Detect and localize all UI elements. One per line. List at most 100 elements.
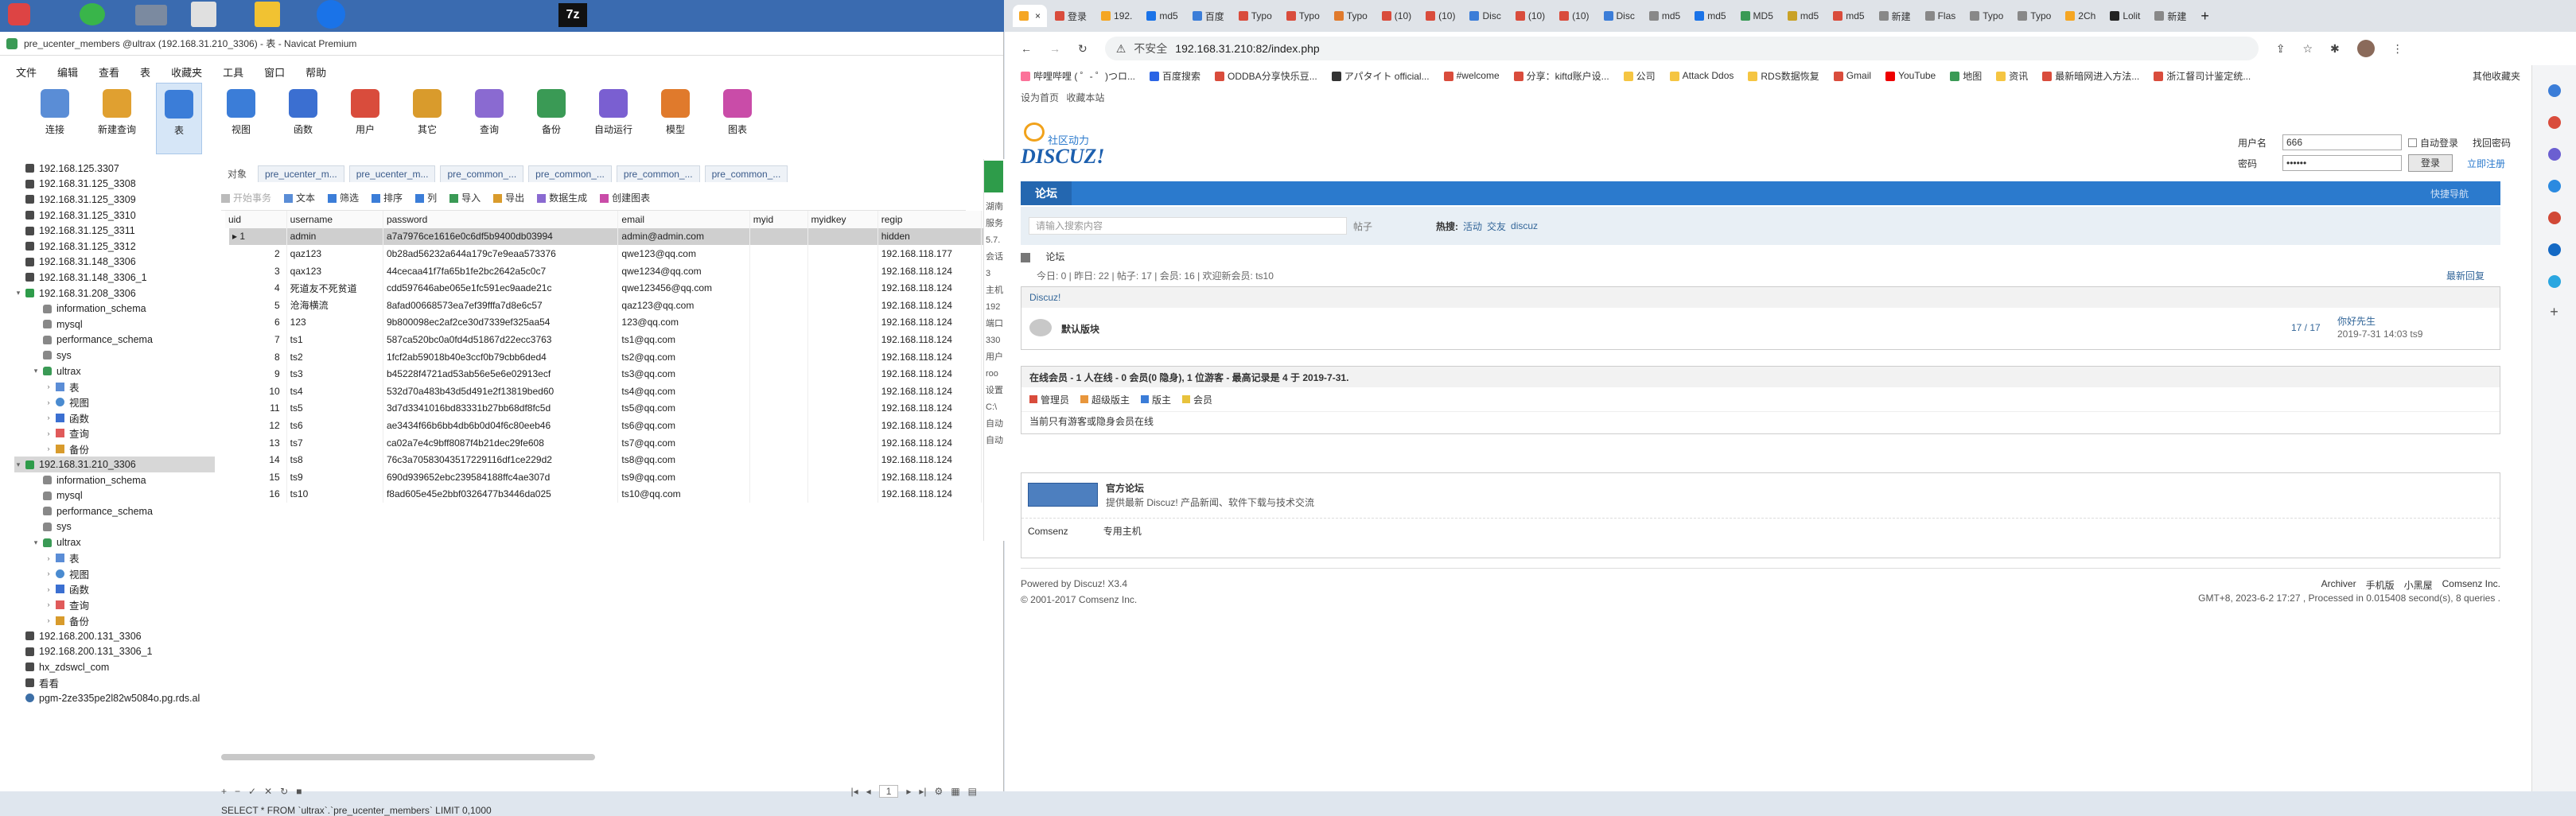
browser-tab[interactable]: Typo <box>2011 5 2057 27</box>
column-header[interactable]: myid <box>749 211 808 228</box>
browser-tab[interactable]: 新建 <box>2148 5 2193 27</box>
first-page-icon[interactable]: |◂ <box>851 786 858 797</box>
table-cell[interactable] <box>749 331 808 348</box>
table-toolbar-item[interactable]: 数据生成 <box>537 191 587 204</box>
tree-item[interactable]: performance_schema <box>14 332 215 348</box>
tree-item[interactable]: › 备份 <box>14 441 215 457</box>
table-cell[interactable]: 192.168.118.124 <box>877 313 982 332</box>
table-cell[interactable]: 8afad00668573ea7ef39fffa7d8e6c57 <box>383 296 619 314</box>
toolbar-button[interactable]: 新建查询 <box>94 83 140 136</box>
home-icon[interactable] <box>1021 252 1030 262</box>
tree-item[interactable]: 192.168.31.148_3306 <box>14 255 215 270</box>
next-page-icon[interactable]: ▸ <box>906 786 911 797</box>
expand-icon[interactable]: ▾ <box>14 460 22 469</box>
table-cell[interactable]: 192.168.118.124 <box>877 382 982 400</box>
table-row[interactable]: 2 qaz123 0b28ad56232a644a179c7e9eaa573376 q… <box>220 245 1018 262</box>
toolbar-button[interactable]: 其它 <box>404 83 450 136</box>
table-cell[interactable]: ts3 <box>286 365 383 383</box>
table-cell[interactable] <box>749 399 808 418</box>
table-cell[interactable]: ts9@qq.com <box>617 468 750 486</box>
table-row[interactable]: 15 ts9 690d939652ebc239584188ffc4ae307d ts9… <box>220 468 1018 486</box>
table-cell[interactable] <box>749 365 808 383</box>
link-comsenz[interactable]: Comsenz <box>1028 526 1068 537</box>
register-link[interactable]: 立即注册 <box>2467 157 2505 170</box>
table-cell[interactable]: 3d7d3341016bd83331b27bb68df8fc5d <box>383 399 619 418</box>
table-cell[interactable]: qwe1234@qq.com <box>617 262 750 280</box>
footer-link[interactable]: Comsenz Inc. <box>2442 578 2500 592</box>
table-cell[interactable]: qaz123 <box>286 245 383 262</box>
back-icon[interactable]: ← <box>1021 42 1032 55</box>
column-header[interactable]: myidkey <box>807 211 878 228</box>
table-cell[interactable]: ts4 <box>286 382 383 400</box>
tree-item[interactable]: mysql <box>14 488 215 503</box>
sidebar-outlook-icon[interactable] <box>2547 243 2561 256</box>
toolbar-button[interactable]: 用户 <box>342 83 388 136</box>
table-cell[interactable]: 沧海横流 <box>286 296 383 314</box>
table-cell[interactable]: 7 <box>220 331 287 348</box>
table-cell[interactable] <box>807 262 878 280</box>
bookmark-item[interactable]: 百度搜索 <box>1150 69 1200 83</box>
table-cell[interactable] <box>807 348 878 366</box>
tree-item[interactable]: sys <box>14 519 215 535</box>
table-cell[interactable]: ts7@qq.com <box>617 433 750 452</box>
table-cell[interactable]: f8ad605e45e2bbf0326477b3446da025 <box>383 485 619 503</box>
refresh-icon[interactable]: ↻ <box>280 786 288 797</box>
footer-link[interactable]: 小黑屋 <box>2404 578 2433 592</box>
table-cell[interactable]: 11 <box>220 399 287 418</box>
bookmark-item[interactable]: アパタイト official... <box>1331 69 1430 83</box>
table-cell[interactable]: ts2 <box>286 348 383 366</box>
tree-item[interactable]: 192.168.31.125_3311 <box>14 223 215 239</box>
table-row[interactable]: 16 ts10 f8ad605e45e2bbf0326477b3446da025 ts… <box>220 485 1018 503</box>
table-cell[interactable]: 532d70a483b43d5d491e2f13819bed60 <box>383 382 619 400</box>
table-cell[interactable]: 5 <box>220 296 287 314</box>
table-cell[interactable]: 123 <box>286 313 383 332</box>
object-tab[interactable]: pre_ucenter_m... <box>348 165 436 182</box>
bookmark-item[interactable]: #welcome <box>1443 70 1500 81</box>
table-cell[interactable] <box>749 451 808 468</box>
expand-icon[interactable]: › <box>45 569 53 577</box>
tree-item[interactable]: 192.168.125.3307 <box>14 161 215 177</box>
table-cell[interactable] <box>807 433 878 452</box>
new-tab-icon[interactable]: + <box>2194 8 2216 25</box>
grid-view-icon[interactable]: ▦ <box>951 786 959 797</box>
discuz-badge-icon[interactable] <box>1028 483 1098 507</box>
hot-word[interactable]: discuz <box>1511 220 1538 231</box>
tree-item[interactable]: › 函数 <box>14 581 215 597</box>
browser-tab[interactable]: MD5 <box>1734 5 1780 27</box>
bookmark-item[interactable]: 公司 <box>1623 69 1656 83</box>
table-cell[interactable]: 192.168.118.124 <box>877 485 982 503</box>
discuz-logo[interactable]: 社区动力 DISCUZ! <box>1021 122 1132 175</box>
sidebar-tools-icon[interactable] <box>2547 148 2561 161</box>
sidebar-shopping-icon[interactable] <box>2547 116 2561 129</box>
browser-tab[interactable]: Typo <box>1328 5 1374 27</box>
tree-item[interactable]: 192.168.31.125_3308 <box>14 177 215 192</box>
sidebar-games-icon[interactable] <box>2547 180 2561 192</box>
toolbar-button[interactable]: 图表 <box>714 83 761 136</box>
table-cell[interactable]: 192.168.118.124 <box>877 433 982 452</box>
tree-item[interactable]: › 视图 <box>14 394 215 410</box>
tree-item[interactable]: 192.168.31.125_3312 <box>14 239 215 255</box>
tree-item[interactable]: › 视图 <box>14 565 215 581</box>
bookmark-item[interactable]: 地图 <box>1950 69 1982 83</box>
table-cell[interactable] <box>749 417 808 434</box>
tree-item[interactable]: 192.168.31.148_3306_1 <box>14 270 215 286</box>
other-bookmarks[interactable]: 其他收藏夹 <box>2473 69 2520 83</box>
table-cell[interactable]: ts7 <box>286 433 383 452</box>
table-cell[interactable] <box>749 348 808 366</box>
toolbar-button[interactable]: 模型 <box>652 83 698 136</box>
bookmark-star-icon[interactable]: ☆ <box>2302 42 2313 56</box>
expand-icon[interactable]: › <box>45 398 53 406</box>
table-cell[interactable] <box>749 382 808 400</box>
browser-tab[interactable]: Typo <box>1232 5 1278 27</box>
bookmark-item[interactable]: 哔哩哔哩 ( ゜- ゜)つロ... <box>1021 69 1135 83</box>
table-cell[interactable]: 690d939652ebc239584188ffc4ae307d <box>383 468 619 486</box>
table-row[interactable]: 3 qax123 44cecaa41f7fa65b1fe2bc2642a5c0c7 q… <box>220 262 1018 280</box>
table-cell[interactable]: a7a7976ce1616e0c6df5b9400db03994 <box>383 227 619 246</box>
table-cell[interactable]: 192.168.118.124 <box>877 296 982 314</box>
bookmark-item[interactable]: 浙江督司计鉴定统... <box>2154 69 2251 83</box>
extensions-icon[interactable]: ✱ <box>2330 42 2340 56</box>
table-cell[interactable]: 9 <box>220 365 287 383</box>
toolbar-button[interactable]: 查询 <box>466 83 512 136</box>
table-row[interactable]: 12 ts6 ae3434f66b6bb4db6b0d04f6c80eeb46 ts6… <box>220 417 1018 434</box>
bookmark-item[interactable]: Attack Ddos <box>1669 70 1734 81</box>
